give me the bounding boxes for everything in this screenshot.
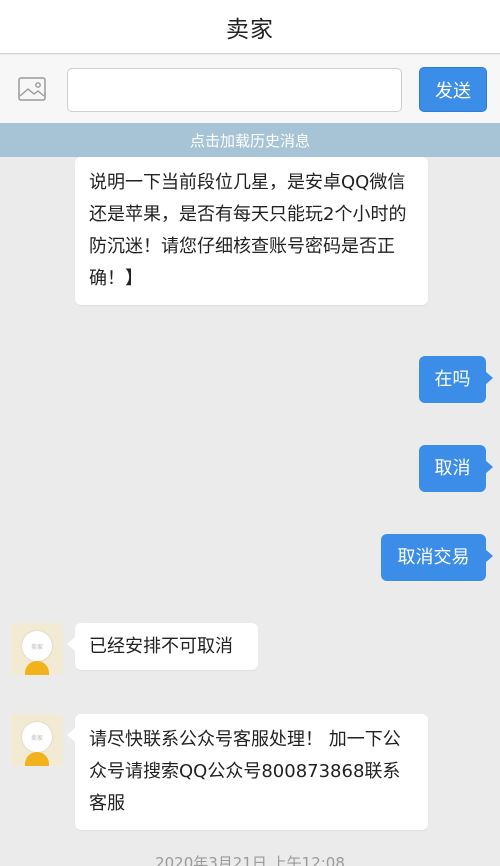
- avatar-face: 卖家: [22, 722, 52, 752]
- message-bubble-received: 请尽快联系公众号客服处理！ 加一下公众号请搜索QQ公众号800873868联系客…: [67, 714, 428, 830]
- image-icon-graphic: [18, 77, 46, 101]
- avatar-label: 卖家: [30, 643, 43, 651]
- message-bubble-sent: 取消交易: [381, 534, 493, 581]
- avatar-face: 卖家: [22, 631, 52, 661]
- message-text: 请尽快联系公众号客服处理！ 加一下公众号请搜索QQ公众号800873868联系客…: [89, 729, 401, 814]
- avatar[interactable]: 卖家: [11, 714, 63, 766]
- send-button[interactable]: 发送: [419, 67, 487, 112]
- message-bubble-received: 已经安排不可取消: [67, 623, 258, 670]
- message-text: 取消交易: [397, 547, 470, 568]
- avatar-label: 卖家: [30, 734, 43, 742]
- avatar-body: [25, 661, 49, 675]
- message-bubble-received: 说明一下当前段位几星，是安卓QQ微信还是苹果，是否有每天只能玩2个小时的防沉迷！…: [75, 157, 428, 305]
- message-input-bar: 发送: [0, 55, 500, 123]
- chat-header: 卖家: [0, 0, 500, 54]
- message-text: 说明一下当前段位几星，是安卓QQ微信还是苹果，是否有每天只能玩2个小时的防沉迷！…: [89, 172, 407, 289]
- avatar-body: [25, 752, 49, 766]
- message-input[interactable]: [67, 68, 402, 112]
- message-bubble-sent: 取消: [419, 445, 493, 492]
- message-text: 已经安排不可取消: [89, 636, 233, 657]
- message-text: 取消: [434, 458, 471, 479]
- avatar[interactable]: 卖家: [11, 623, 63, 675]
- message-bubble-sent: 在吗: [419, 356, 493, 403]
- image-icon[interactable]: [18, 77, 46, 101]
- message-text: 在吗: [434, 369, 471, 390]
- chat-area[interactable]: 说明一下当前段位几星，是安卓QQ微信还是苹果，是否有每天只能玩2个小时的防沉迷！…: [0, 157, 500, 866]
- load-history-button[interactable]: 点击加载历史消息: [0, 123, 500, 157]
- page-title: 卖家: [226, 16, 274, 43]
- message-timestamp: 2020年3月21日 上午12:08: [155, 854, 345, 866]
